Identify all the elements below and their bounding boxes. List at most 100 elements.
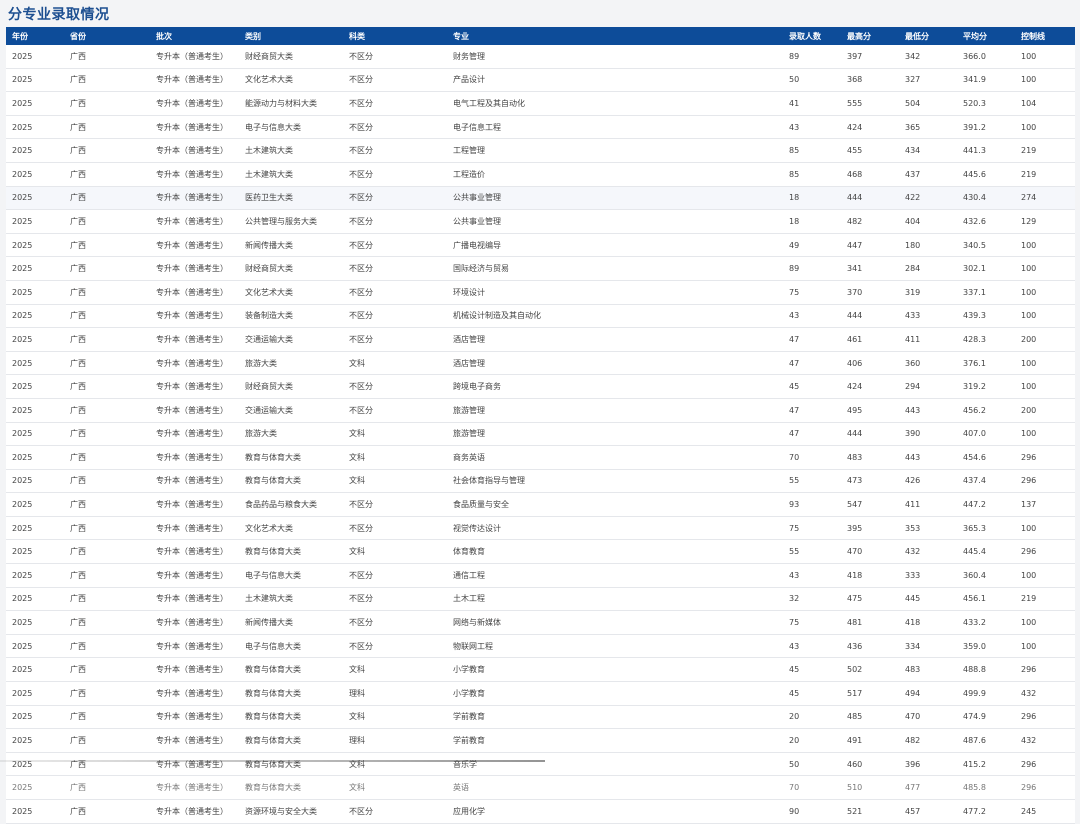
col-header-province[interactable]: 省份 bbox=[64, 27, 150, 45]
avg-score-cell: 445.6 bbox=[957, 162, 1015, 187]
avg-score-cell: 488.8 bbox=[957, 657, 1015, 683]
max-score-cell: 547 bbox=[841, 492, 899, 517]
province-cell: 广西 bbox=[64, 115, 150, 140]
admitted-cell: 43 bbox=[783, 115, 841, 140]
table-row: 2025 广西 专升本（普通考生） 交通运输大类 不区分 旅游管理 47 495 443 456.… bbox=[6, 398, 1075, 423]
batch-cell: 专升本（普通考生） bbox=[150, 775, 239, 800]
max-score-cell: 370 bbox=[841, 280, 899, 305]
year-cell: 2025 bbox=[6, 539, 64, 565]
control-line-cell: 100 bbox=[1015, 374, 1075, 399]
subject-type-cell: 不区分 bbox=[343, 91, 447, 116]
control-line-cell: 100 bbox=[1015, 351, 1075, 376]
col-header-min-score[interactable]: 最低分 bbox=[899, 27, 957, 45]
avg-score-cell: 456.2 bbox=[957, 398, 1015, 423]
col-header-year[interactable]: 年份 bbox=[6, 27, 64, 45]
year-cell: 2025 bbox=[6, 492, 64, 517]
col-header-category[interactable]: 类别 bbox=[239, 27, 343, 45]
max-score-cell: 510 bbox=[841, 775, 899, 800]
category-cell: 土木建筑大类 bbox=[239, 587, 343, 612]
province-cell: 广西 bbox=[64, 68, 150, 93]
category-cell: 资源环境与安全大类 bbox=[239, 799, 343, 824]
subject-type-cell: 文科 bbox=[343, 775, 447, 800]
col-header-avg-score[interactable]: 平均分 bbox=[957, 27, 1015, 45]
category-cell: 交通运输大类 bbox=[239, 398, 343, 423]
col-header-batch[interactable]: 批次 bbox=[150, 27, 239, 45]
admitted-cell: 70 bbox=[783, 445, 841, 470]
category-cell: 财经商贸大类 bbox=[239, 374, 343, 399]
col-header-control-line[interactable]: 控制线 bbox=[1015, 27, 1075, 45]
table-row: 2025 广西 专升本（普通考生） 财经商贸大类 不区分 国际经济与贸易 89 341 284 3… bbox=[6, 256, 1075, 281]
table-row: 2025 广西 专升本（普通考生） 医药卫生大类 不区分 公共事业管理 18 444 422 43… bbox=[6, 186, 1075, 211]
avg-score-cell: 319.2 bbox=[957, 374, 1015, 399]
province-cell: 广西 bbox=[64, 233, 150, 258]
table-row: 2025 广西 专升本（普通考生） 教育与体育大类 文科 社会体育指导与管理 55 473 42… bbox=[6, 469, 1075, 494]
table-row: 2025 广西 专升本（普通考生） 资源环境与安全大类 不区分 应用化学 90 521 457 4… bbox=[6, 799, 1075, 824]
min-score-cell: 433 bbox=[899, 304, 957, 329]
col-header-max-score[interactable]: 最高分 bbox=[841, 27, 899, 45]
year-cell: 2025 bbox=[6, 657, 64, 683]
admitted-cell: 18 bbox=[783, 186, 841, 211]
year-cell: 2025 bbox=[6, 587, 64, 612]
major-cell: 学前教育 bbox=[447, 728, 783, 753]
avg-score-cell: 437.4 bbox=[957, 469, 1015, 494]
major-cell: 体育教育 bbox=[447, 539, 783, 565]
subject-type-cell: 文科 bbox=[343, 705, 447, 730]
batch-cell: 专升本（普通考生） bbox=[150, 351, 239, 376]
subject-type-cell: 不区分 bbox=[343, 209, 447, 234]
category-cell: 电子与信息大类 bbox=[239, 115, 343, 140]
min-score-cell: 437 bbox=[899, 162, 957, 187]
max-score-cell: 444 bbox=[841, 304, 899, 329]
admitted-cell: 20 bbox=[783, 728, 841, 753]
col-header-major[interactable]: 专业 bbox=[447, 27, 783, 45]
min-score-cell: 418 bbox=[899, 610, 957, 635]
subject-type-cell: 不区分 bbox=[343, 304, 447, 329]
subject-type-cell: 不区分 bbox=[343, 799, 447, 824]
category-cell: 电子与信息大类 bbox=[239, 563, 343, 588]
max-score-cell: 485 bbox=[841, 705, 899, 730]
avg-score-cell: 432.6 bbox=[957, 209, 1015, 234]
control-line-cell: 296 bbox=[1015, 469, 1075, 494]
year-cell: 2025 bbox=[6, 563, 64, 588]
min-score-cell: 443 bbox=[899, 398, 957, 423]
batch-cell: 专升本（普通考生） bbox=[150, 539, 239, 565]
avg-score-cell: 391.2 bbox=[957, 115, 1015, 140]
control-line-cell: 219 bbox=[1015, 162, 1075, 187]
table-row: 2025 广西 专升本（普通考生） 新闻传播大类 不区分 广播电视编导 49 447 180 34… bbox=[6, 233, 1075, 258]
subject-type-cell: 不区分 bbox=[343, 587, 447, 612]
category-cell: 教育与体育大类 bbox=[239, 445, 343, 470]
col-header-subject-type[interactable]: 科类 bbox=[343, 27, 447, 45]
province-cell: 广西 bbox=[64, 752, 150, 777]
batch-cell: 专升本（普通考生） bbox=[150, 374, 239, 399]
min-score-cell: 426 bbox=[899, 469, 957, 494]
col-header-admitted[interactable]: 录取人数 bbox=[783, 27, 841, 45]
category-cell: 交通运输大类 bbox=[239, 327, 343, 352]
province-cell: 广西 bbox=[64, 374, 150, 399]
year-cell: 2025 bbox=[6, 304, 64, 329]
batch-cell: 专升本（普通考生） bbox=[150, 563, 239, 588]
admitted-cell: 75 bbox=[783, 610, 841, 635]
avg-score-cell: 499.9 bbox=[957, 681, 1015, 706]
major-cell: 物联网工程 bbox=[447, 634, 783, 659]
max-score-cell: 424 bbox=[841, 374, 899, 399]
min-score-cell: 483 bbox=[899, 657, 957, 683]
subject-type-cell: 不区分 bbox=[343, 138, 447, 163]
subject-type-cell: 不区分 bbox=[343, 634, 447, 659]
province-cell: 广西 bbox=[64, 563, 150, 588]
province-cell: 广西 bbox=[64, 469, 150, 494]
subject-type-cell: 不区分 bbox=[343, 610, 447, 635]
province-cell: 广西 bbox=[64, 280, 150, 305]
subject-type-cell: 文科 bbox=[343, 752, 447, 777]
major-cell: 国际经济与贸易 bbox=[447, 256, 783, 281]
province-cell: 广西 bbox=[64, 539, 150, 565]
table-row: 2025 广西 专升本（普通考生） 教育与体育大类 文科 体育教育 55 470 432 445.… bbox=[6, 539, 1075, 565]
year-cell: 2025 bbox=[6, 209, 64, 234]
batch-cell: 专升本（普通考生） bbox=[150, 516, 239, 541]
max-score-cell: 460 bbox=[841, 752, 899, 777]
batch-cell: 专升本（普通考生） bbox=[150, 398, 239, 423]
batch-cell: 专升本（普通考生） bbox=[150, 657, 239, 683]
min-score-cell: 180 bbox=[899, 233, 957, 258]
max-score-cell: 481 bbox=[841, 610, 899, 635]
table-row: 2025 广西 专升本（普通考生） 新闻传播大类 不区分 网络与新媒体 75 481 418 43… bbox=[6, 610, 1075, 635]
year-cell: 2025 bbox=[6, 327, 64, 352]
category-cell: 文化艺术大类 bbox=[239, 280, 343, 305]
